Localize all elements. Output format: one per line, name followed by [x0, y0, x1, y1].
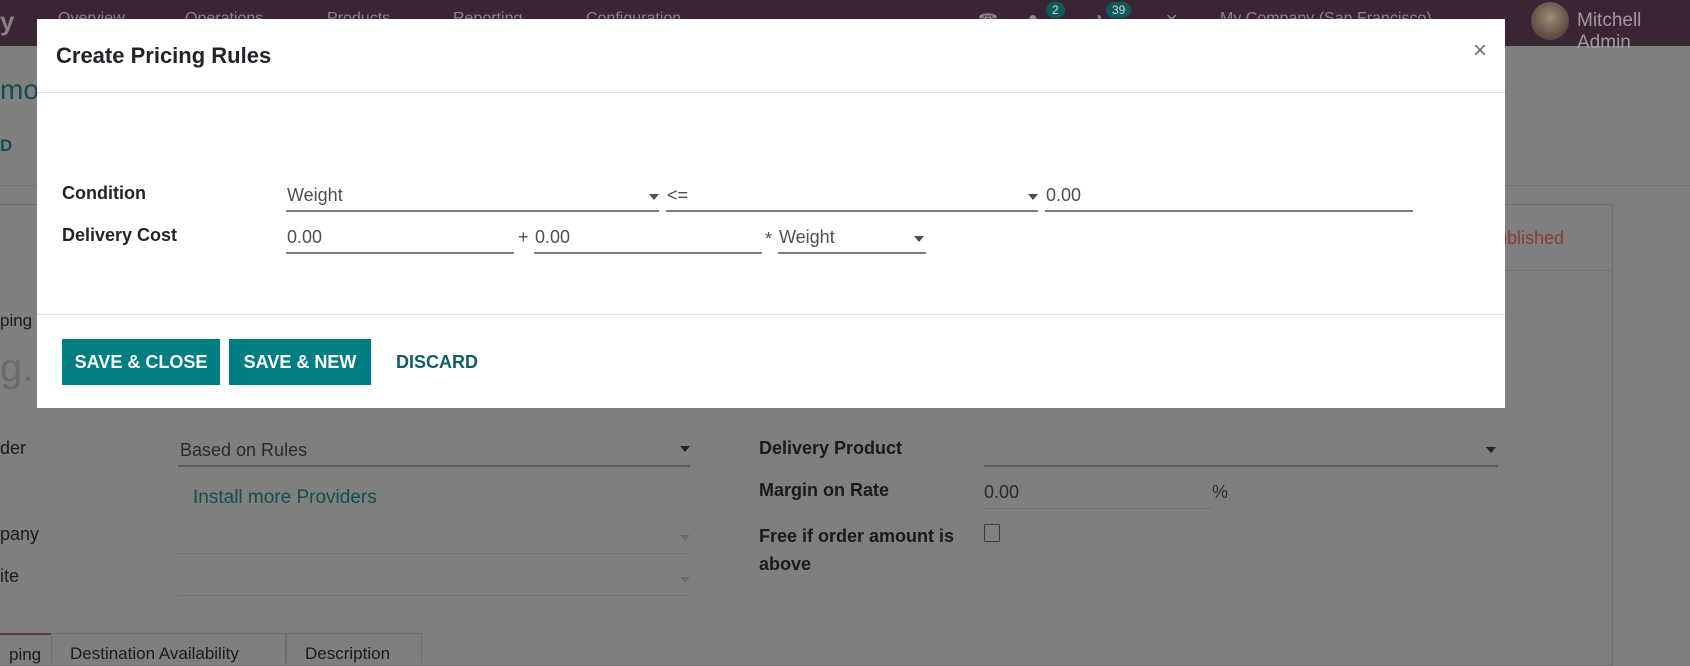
condition-operator-value: <= [667, 185, 689, 205]
discard-button[interactable]: DISCARD [396, 339, 478, 385]
chevron-down-icon [680, 577, 690, 583]
condition-variable-select[interactable]: Weight [286, 182, 659, 212]
dialog-header: Create Pricing Rules × [37, 19, 1505, 93]
chevron-down-icon [914, 236, 924, 242]
company-label: pany [0, 524, 40, 544]
list-base-price-input[interactable]: 0.00 [286, 224, 514, 254]
published-status[interactable]: ublished [1497, 228, 1564, 249]
chevron-down-icon [680, 446, 690, 452]
activity-badge: 39 [1106, 2, 1132, 18]
tab-description[interactable]: Description [286, 633, 422, 663]
user-avatar[interactable] [1531, 2, 1569, 40]
name-placeholder[interactable]: g. [0, 346, 33, 391]
condition-max-value: 0.00 [1046, 185, 1082, 205]
shipping-label: ping [0, 311, 33, 330]
list-price-input[interactable]: 0.00 [534, 224, 762, 254]
variable-factor-select[interactable]: Weight [778, 224, 926, 254]
chevron-down-icon [1028, 194, 1038, 200]
action-button[interactable]: D [0, 136, 12, 156]
tab-pricing[interactable]: ping [0, 633, 52, 664]
plus-sign: + [518, 227, 529, 247]
provider-select[interactable]: Based on Rules [180, 440, 307, 461]
chat-badge: 2 [1046, 2, 1065, 18]
divider [984, 465, 1498, 467]
chevron-down-icon [1486, 447, 1496, 453]
margin-unit: % [1212, 482, 1229, 502]
list-price-value: 0.00 [535, 227, 571, 247]
chevron-down-icon [649, 194, 659, 200]
website-field[interactable] [178, 595, 690, 596]
margin-input[interactable]: 0.00 [984, 482, 1019, 503]
list-base-price-value: 0.00 [287, 227, 323, 247]
margin-label: Margin on Rate [759, 480, 890, 500]
divider [984, 508, 1212, 509]
app-brand[interactable]: y [0, 6, 14, 37]
delivery-cost-label: Delivery Cost [62, 225, 178, 245]
close-icon[interactable]: × [1473, 39, 1487, 63]
condition-variable-value: Weight [287, 185, 343, 205]
free-label: Free if order amount is above [759, 526, 955, 574]
condition-max-value-input[interactable]: 0.00 [1045, 182, 1413, 212]
company-field[interactable] [178, 553, 690, 554]
save-new-button[interactable]: SAVE & NEW [229, 339, 371, 385]
tab-destination-availability[interactable]: Destination Availability [51, 633, 286, 663]
times-sign: * [765, 229, 773, 249]
chevron-down-icon [680, 535, 690, 541]
condition-operator-select[interactable]: <= [666, 182, 1038, 212]
provider-label: der [0, 438, 27, 458]
free-checkbox[interactable] [984, 524, 1000, 542]
website-label: ite [0, 566, 20, 586]
user-name[interactable]: Mitchell Admin [1577, 10, 1690, 54]
variable-factor-value: Weight [779, 227, 835, 247]
install-providers-link[interactable]: Install more Providers [193, 487, 377, 509]
divider [178, 465, 690, 467]
delivery-product-label: Delivery Product [759, 438, 903, 458]
condition-label: Condition [62, 183, 146, 203]
dialog-title: Create Pricing Rules [56, 43, 272, 68]
save-close-button[interactable]: SAVE & CLOSE [62, 339, 220, 385]
